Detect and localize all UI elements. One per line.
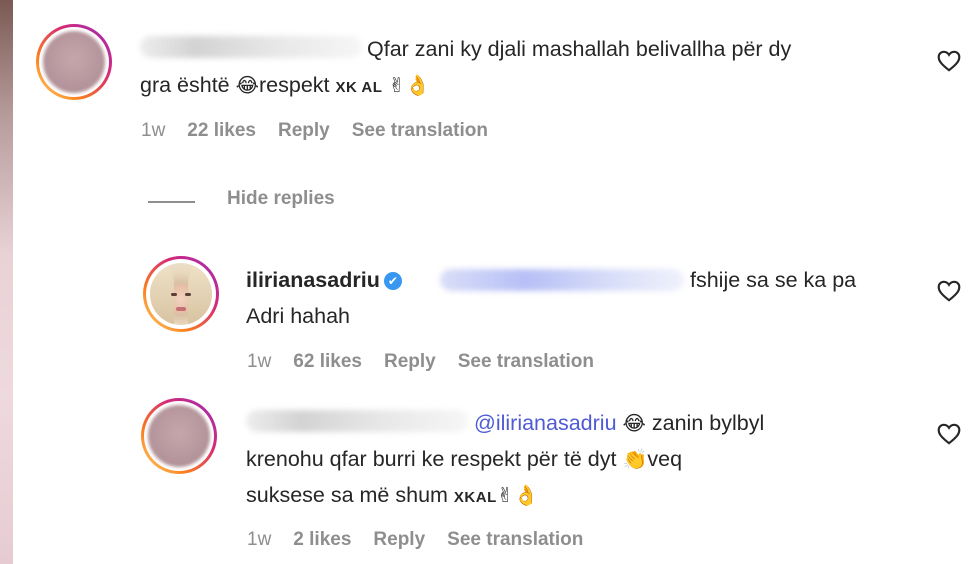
comment-timestamp: 1w: [141, 120, 166, 141]
reply-text-fragment: zanin bylbyl: [651, 411, 765, 435]
comment-text-line1: Qfar zani ky djali mashallah belivallha …: [367, 37, 792, 61]
reply-meta: 1w 62 likes Reply See translation: [247, 351, 616, 373]
reply-text-fragment: krenohu qfar burri ke respekt për të dyt: [246, 447, 623, 471]
reply-timestamp: 1w: [247, 351, 272, 372]
reply-likes[interactable]: 62 likes: [293, 351, 362, 372]
reply-text-line3: suksese sa më shum XKAL✌👌: [246, 478, 538, 515]
comment-caps-text: XK AL: [335, 79, 383, 96]
comment-text-fragment: gra është: [140, 73, 236, 97]
mention-link[interactable]: @ilirianasadriu: [474, 411, 617, 435]
victory-hand-emoji: ✌: [496, 485, 514, 507]
reply-button[interactable]: Reply: [384, 351, 436, 372]
reply-likes[interactable]: 2 likes: [293, 529, 351, 550]
commenter-username-blurred[interactable]: [140, 36, 362, 58]
reply-text-line2: Adri hahah: [246, 304, 350, 328]
reply-text-line1: fshije sa se ka pa: [690, 268, 857, 292]
see-translation-link[interactable]: See translation: [458, 351, 594, 372]
hide-replies-divider: [148, 201, 195, 203]
clapping-hands-emoji: 👏: [622, 449, 648, 471]
reply-text-line1: @ilirianasadriu 😂 zanin bylbyl: [474, 406, 764, 441]
verified-badge-icon: ✔: [383, 272, 402, 290]
avatar-photo: [148, 405, 210, 467]
like-heart-icon[interactable]: [936, 278, 962, 304]
comment-text-fragment: respekt: [259, 73, 336, 97]
reply-timestamp: 1w: [247, 529, 272, 550]
reply-meta: 1w 2 likes Reply See translation: [247, 529, 605, 551]
comment-text-line2: gra është 😂respekt XK AL ✌👌: [140, 68, 430, 105]
ok-hand-emoji: 👌: [405, 75, 431, 97]
hide-replies-button[interactable]: Hide replies: [227, 188, 335, 210]
see-translation-link[interactable]: See translation: [352, 120, 488, 141]
ok-hand-emoji: 👌: [513, 485, 539, 507]
reply-mention-blurred[interactable]: [440, 269, 684, 291]
tears-of-joy-emoji: 😂: [235, 75, 259, 97]
commenter-avatar[interactable]: [36, 24, 112, 100]
like-heart-icon[interactable]: [936, 421, 962, 447]
reply-text-fragment: suksese sa më shum: [246, 483, 454, 507]
reply-caps-text: XKAL: [453, 489, 497, 506]
see-translation-link[interactable]: See translation: [447, 529, 583, 550]
reply-username[interactable]: ilirianasadriu: [246, 268, 380, 292]
victory-hand-emoji: ✌: [388, 75, 406, 97]
reply-avatar-blurred[interactable]: [141, 398, 217, 474]
reply-button[interactable]: Reply: [373, 529, 425, 550]
avatar-photo: [43, 31, 105, 93]
reply-text-line2: krenohu qfar burri ke respekt për të dyt…: [246, 442, 682, 477]
reply-username-blurred[interactable]: [246, 410, 468, 432]
tears-of-joy-emoji: 😂: [622, 413, 646, 435]
comment-meta: 1w 22 likes Reply See translation: [141, 120, 510, 142]
reply-header: ilirianasadriu ✔: [246, 263, 402, 297]
reply-button[interactable]: Reply: [278, 120, 330, 141]
comment-likes[interactable]: 22 likes: [187, 120, 256, 141]
reply-avatar-ilirianasadriu[interactable]: [143, 256, 219, 332]
avatar-photo: [150, 263, 212, 325]
background-photo-edge: [0, 0, 13, 564]
like-heart-icon[interactable]: [936, 48, 962, 74]
reply-text-fragment: veq: [647, 447, 683, 471]
